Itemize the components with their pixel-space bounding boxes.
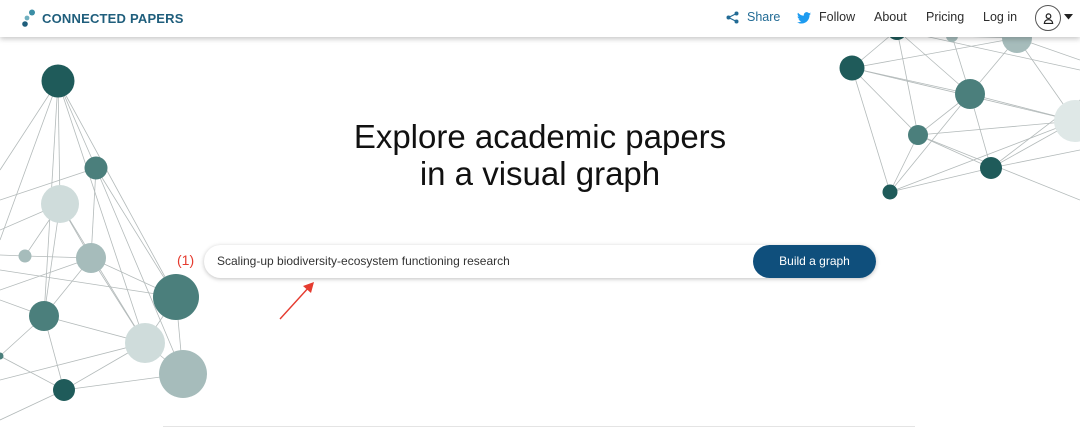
graph-node — [1054, 100, 1080, 142]
chevron-down-icon[interactable] — [1064, 14, 1073, 20]
hero-title-line-2: in a visual graph — [419, 155, 661, 192]
follow-label: Follow — [819, 10, 856, 24]
graph-node — [839, 55, 865, 81]
graph-node — [84, 156, 108, 180]
graph-node — [980, 157, 1002, 179]
share-label: Share — [747, 10, 781, 24]
hero-title: Explore academic papers in a visual grap… — [290, 118, 790, 192]
nav-pricing[interactable]: Pricing — [926, 0, 964, 37]
brand-name: CONNECTED PAPERS — [42, 10, 184, 26]
account-menu-button[interactable] — [1035, 5, 1061, 31]
graph-node — [18, 249, 32, 263]
follow-link[interactable]: Follow — [797, 0, 855, 37]
graph-node — [29, 301, 59, 331]
build-graph-button[interactable]: Build a graph — [753, 245, 876, 278]
user-icon — [1043, 12, 1053, 24]
twitter-bird-icon — [797, 11, 811, 24]
nav-login[interactable]: Log in — [983, 0, 1017, 37]
connected-papers-home: CONNECTED PAPERS Share Follow About Pric… — [0, 0, 1080, 441]
graph-node — [153, 274, 199, 320]
graph-node — [53, 379, 75, 401]
section-divider — [163, 426, 915, 427]
graph-node — [159, 350, 207, 398]
connected-dots-logo-icon — [22, 9, 35, 27]
graph-decoration — [0, 20, 1080, 421]
annotation-arrow-icon — [279, 282, 314, 320]
graph-node — [125, 323, 165, 363]
nav-about[interactable]: About — [874, 0, 907, 37]
share-icon — [726, 11, 739, 24]
top-navbar: CONNECTED PAPERS Share Follow About Pric… — [0, 0, 1080, 37]
annotation-label: (1) — [177, 252, 195, 268]
graph-node — [41, 64, 75, 98]
graph-node — [41, 185, 79, 223]
graph-node — [908, 125, 928, 145]
graph-node — [76, 243, 106, 273]
brand-logo[interactable]: CONNECTED PAPERS — [22, 8, 184, 28]
share-link[interactable]: Share — [726, 0, 780, 37]
hero-title-line-1: Explore academic papers — [353, 118, 727, 155]
graph-node — [955, 79, 985, 109]
graph-node — [882, 184, 898, 200]
